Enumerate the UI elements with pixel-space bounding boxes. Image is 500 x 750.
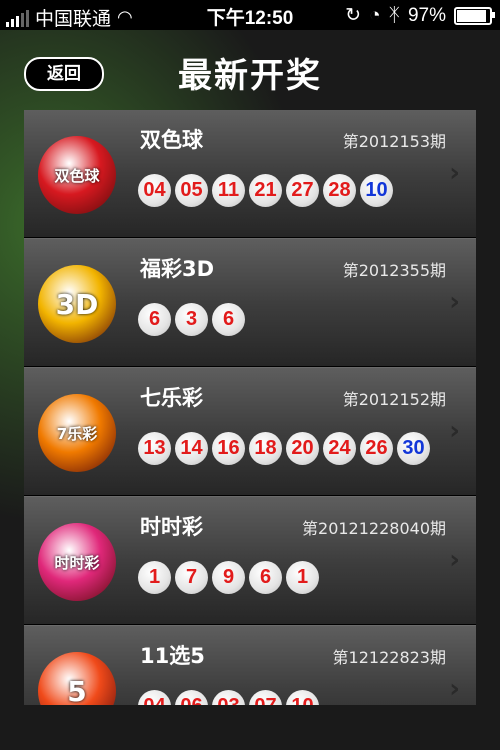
red-ball: 14	[175, 432, 208, 465]
red-ball: 16	[212, 432, 245, 465]
lottery-logo: 时时彩	[38, 523, 116, 601]
red-ball: 18	[249, 432, 282, 465]
red-ball: 6	[138, 303, 171, 336]
lottery-row[interactable]: 双色球 双色球 第2012153期 04 05 11 21 27 28 10 ›	[24, 110, 476, 238]
red-ball: 21	[249, 174, 282, 207]
red-ball: 04	[138, 174, 171, 207]
blue-ball: 10	[360, 174, 393, 207]
red-ball: 11	[212, 174, 245, 207]
red-ball: 28	[323, 174, 356, 207]
lottery-issue: 第12122823期	[332, 648, 446, 667]
lottery-name: 福彩3D	[140, 257, 215, 281]
chevron-right-icon: ›	[449, 416, 460, 446]
lottery-logo-text: 7乐彩	[56, 424, 98, 443]
red-ball: 06	[175, 690, 208, 705]
ball-group: 04 05 11 21 27 28 10	[138, 174, 393, 207]
lottery-logo: 双色球	[38, 136, 116, 214]
header: 返回 最新开奖	[0, 30, 500, 110]
lottery-logo-text: 5	[67, 674, 87, 706]
page-title: 最新开奖	[178, 56, 322, 96]
red-ball: 6	[249, 561, 282, 594]
lottery-issue: 第2012355期	[342, 261, 446, 280]
red-ball: 27	[286, 174, 319, 207]
red-ball: 6	[212, 303, 245, 336]
red-ball: 10	[286, 690, 319, 705]
red-ball: 7	[175, 561, 208, 594]
lottery-row[interactable]: 7乐彩 七乐彩 第2012152期 13 14 16 18 20 24 26 30 ›	[24, 367, 476, 496]
red-ball: 20	[286, 432, 319, 465]
red-ball: 24	[323, 432, 356, 465]
ball-group: 04 06 03 07 10	[138, 690, 319, 705]
lottery-row[interactable]: 时时彩 时时彩 第20121228040期 1 7 9 6 1 ›	[24, 496, 476, 625]
lottery-logo: 5	[38, 652, 116, 705]
ball-group: 636	[138, 303, 245, 336]
lottery-issue: 第20121228040期	[302, 519, 446, 538]
red-ball: 05	[175, 174, 208, 207]
lottery-logo-text: 3D	[55, 287, 99, 321]
ball-group: 13 14 16 18 20 24 26 30	[138, 432, 430, 465]
red-ball: 07	[249, 690, 282, 705]
red-ball: 3	[175, 303, 208, 336]
lottery-name: 11选5	[140, 644, 205, 668]
alarm-icon: ◔	[369, 4, 381, 26]
red-ball: 26	[360, 432, 393, 465]
lottery-logo: 3D	[38, 265, 116, 343]
lottery-list: 双色球 双色球 第2012153期 04 05 11 21 27 28 10 › 3D 福彩3D 第201…	[24, 110, 476, 705]
rotation-lock-icon: ↻	[345, 5, 362, 26]
red-ball: 04	[138, 690, 171, 705]
status-bar: 中国联通 ◠ 下午12:50 ↻ ◔ ᛡ 97%	[0, 0, 500, 30]
red-ball: 1	[138, 561, 171, 594]
lottery-logo-text: 双色球	[54, 166, 100, 185]
red-ball: 9	[212, 561, 245, 594]
battery-fill	[457, 9, 487, 22]
ball-group: 17961	[138, 561, 319, 594]
red-ball: 03	[212, 690, 245, 705]
lottery-logo: 7乐彩	[38, 394, 116, 472]
lottery-issue: 第2012153期	[342, 132, 446, 151]
chevron-right-icon: ›	[449, 158, 460, 188]
lottery-row[interactable]: 5 11选5 第12122823期 04 06 03 07 10 ›	[24, 625, 476, 705]
lottery-logo-text: 时时彩	[54, 553, 100, 572]
blue-ball: 30	[397, 432, 430, 465]
bluetooth-icon: ᛡ	[388, 4, 400, 26]
battery-icon	[454, 6, 495, 25]
lottery-issue: 第2012152期	[342, 390, 446, 409]
lottery-row[interactable]: 3D 福彩3D 第2012355期 6 3 6 ›	[24, 238, 476, 367]
chevron-right-icon: ›	[449, 674, 460, 704]
red-ball: 1	[286, 561, 319, 594]
lottery-name: 时时彩	[140, 515, 203, 539]
red-ball: 13	[138, 432, 171, 465]
battery-percent: 97%	[407, 4, 446, 26]
chevron-right-icon: ›	[449, 287, 460, 317]
lottery-name: 双色球	[140, 128, 203, 152]
chevron-right-icon: ›	[449, 545, 460, 575]
status-right: ↻ ◔ ᛡ 97%	[345, 4, 495, 27]
lottery-name: 七乐彩	[140, 386, 203, 410]
